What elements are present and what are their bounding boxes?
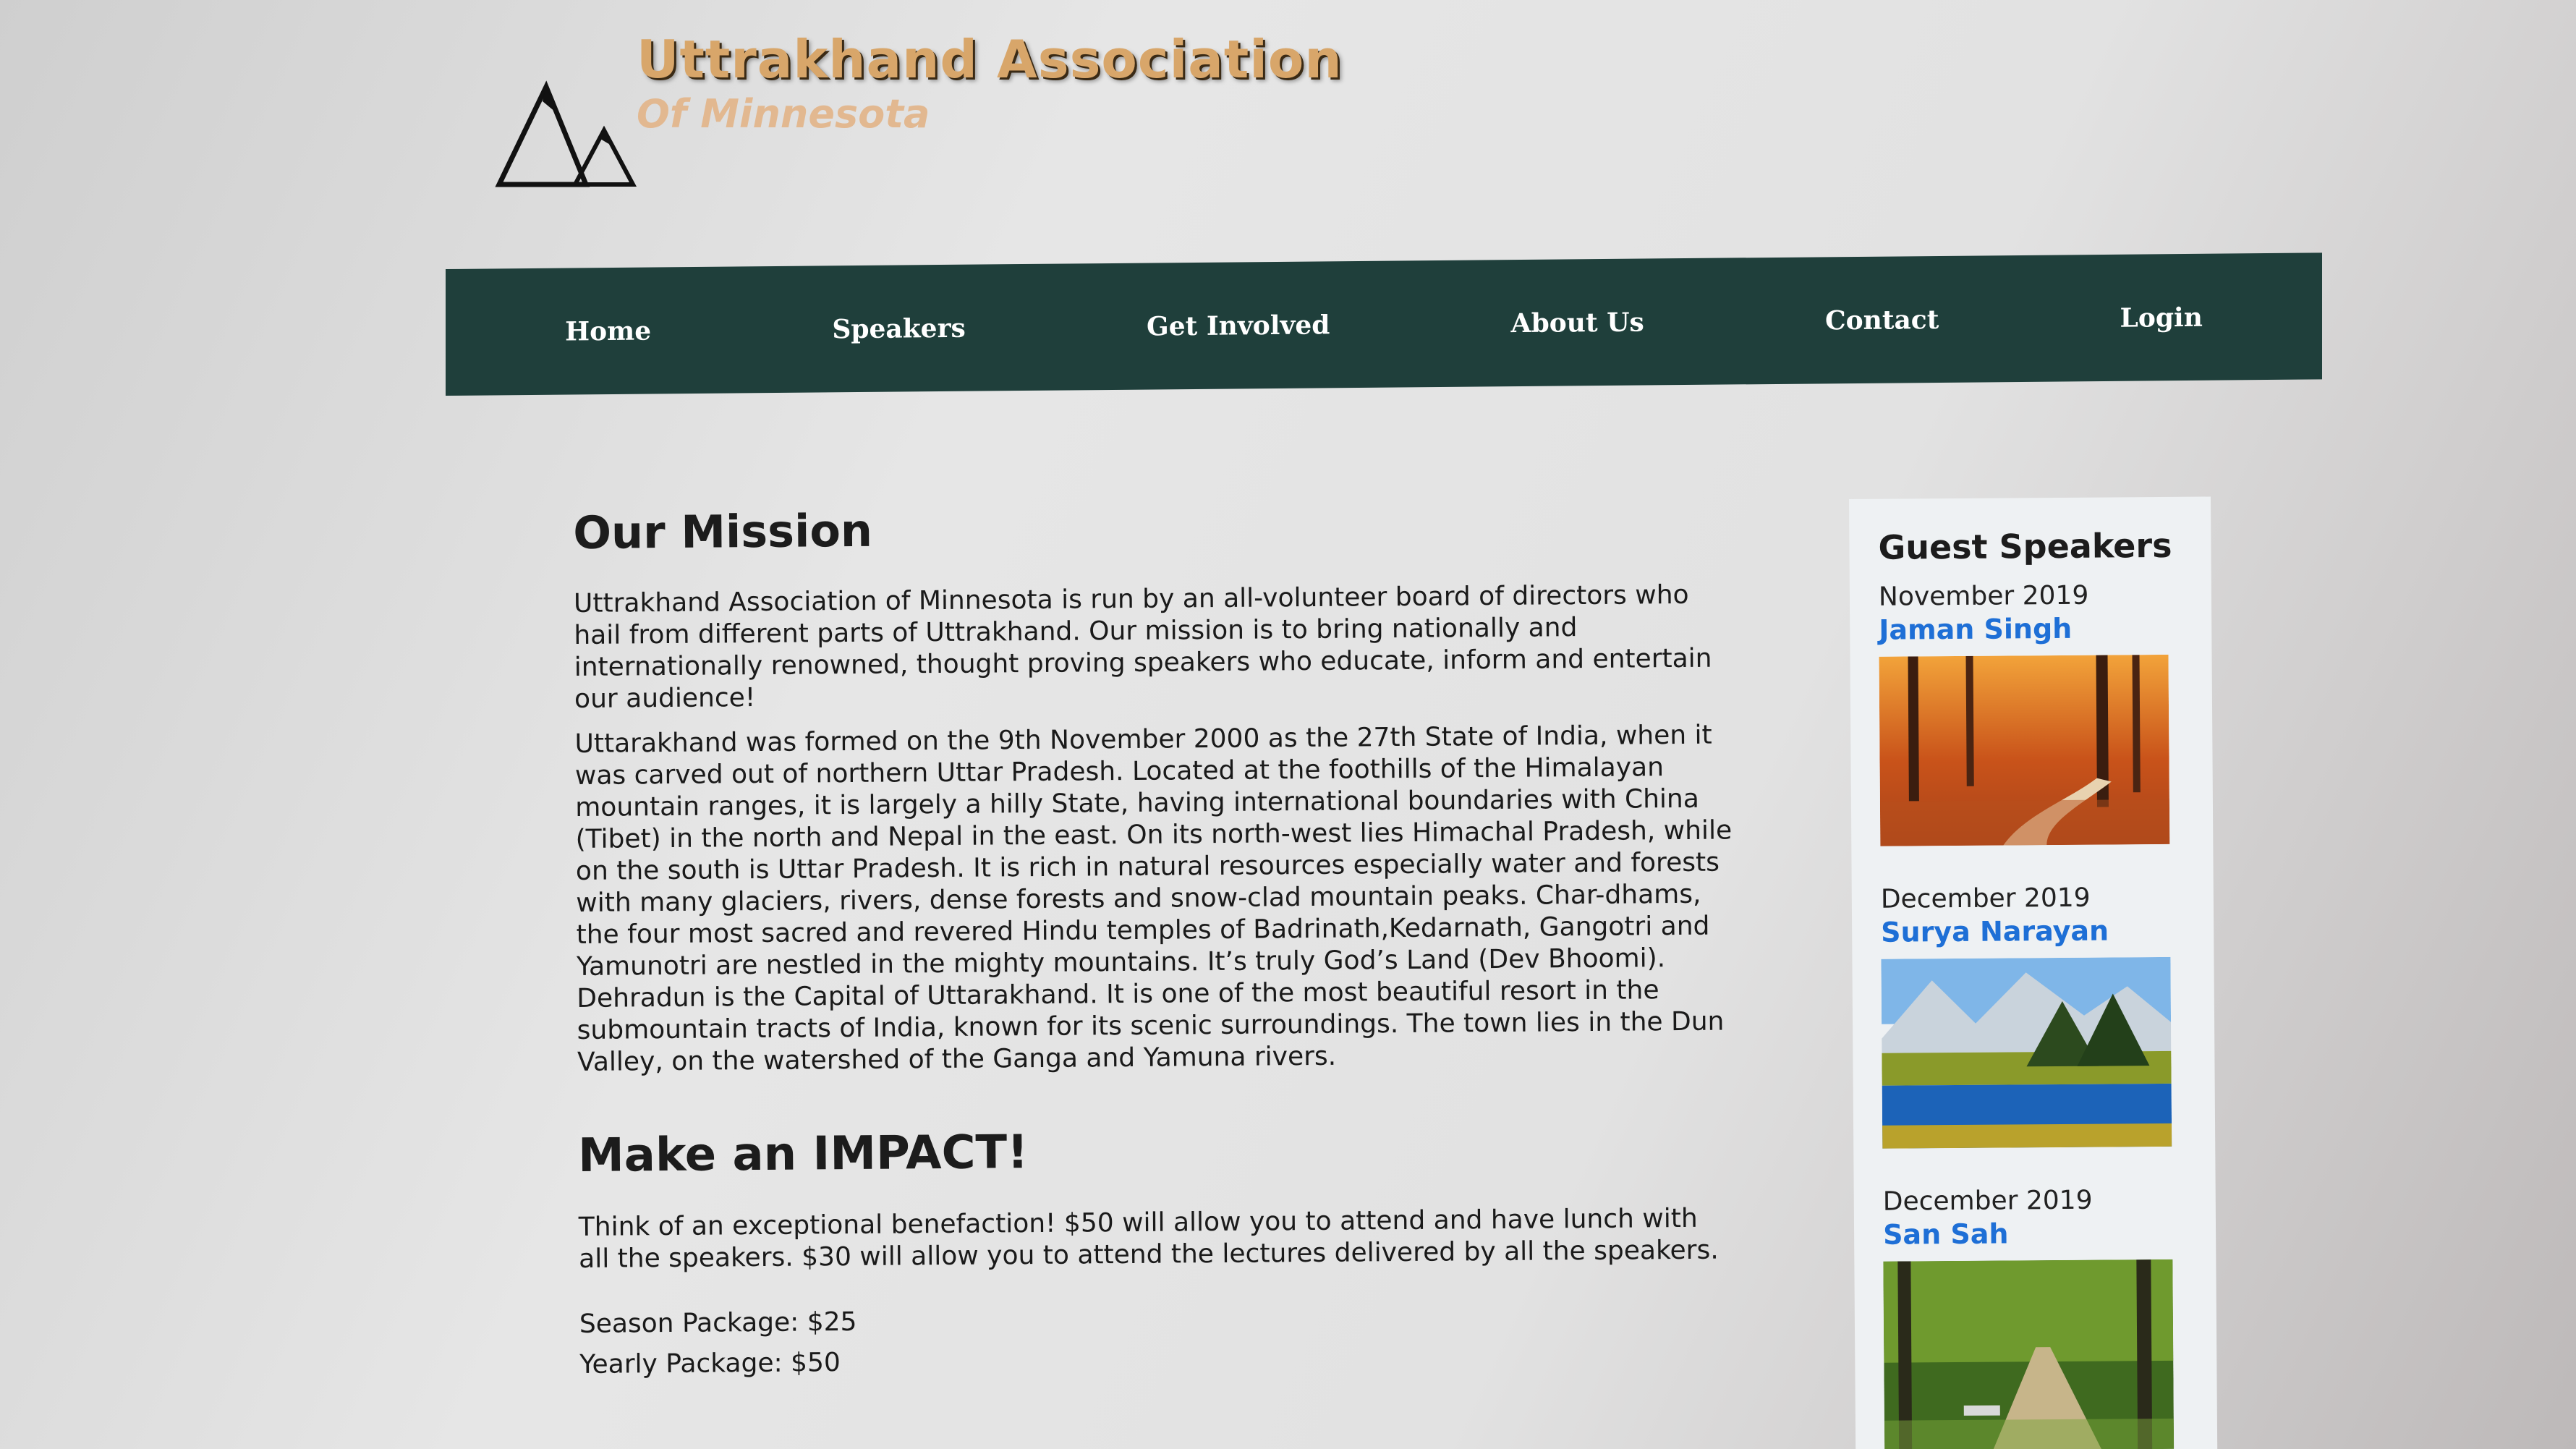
main-content: Our Mission Uttrakhand Association of Mi… [573,497,1737,1385]
mission-heading: Our Mission [573,503,873,559]
site-subtitle: Of Minnesota [637,91,930,137]
nav-item-speakers[interactable]: Speakers [817,304,979,353]
impact-heading: Make an IMPACT! [577,1126,1029,1183]
speaker-item: November 2019 Jaman Singh [1879,579,2185,846]
park-path-image[interactable] [1883,1259,2175,1449]
autumn-forest-image[interactable] [1879,654,2170,846]
main-nav: Home Speakers Get Involved About Us Cont… [446,252,2322,396]
speaker-name-link[interactable]: Surya Narayan [1881,914,2185,949]
nav-item-home[interactable]: Home [551,307,666,355]
mission-paragraph-1: Uttrakhand Association of Minnesota is r… [573,579,1712,714]
page: Uttrakhand Association Of Minnesota Home… [0,0,2576,1449]
speaker-item: December 2019 San Sah [1883,1184,2189,1449]
nav-item-about-us[interactable]: About Us [1497,298,1659,347]
speaker-date: December 2019 [1882,1185,2093,1217]
nav-item-get-involved[interactable]: Get Involved [1132,301,1344,351]
speaker-date: December 2019 [1880,883,2091,914]
nav-item-login[interactable]: Login [2106,293,2217,341]
guest-speakers-sidebar: Guest Speakers November 2019 Jaman Singh [1849,496,2218,1449]
impact-paragraph: Think of an exceptional benefaction! $50… [578,1203,1719,1274]
mountain-lake-image[interactable] [1881,956,2172,1149]
speaker-name-link[interactable]: Jaman Singh [1879,611,2182,647]
package-list: Season Package: $25 Yearly Package: $50 [579,1295,1738,1385]
speaker-date: November 2019 [1878,580,2089,612]
yearly-package: Yearly Package: $50 [579,1348,841,1380]
mountains-icon [495,80,637,187]
speaker-name-link[interactable]: San Sah [1883,1216,2187,1252]
site-logo[interactable]: Uttrakhand Association Of Minnesota [492,29,1360,187]
speaker-item: December 2019 Surya Narayan [1881,882,2187,1149]
nav-item-contact[interactable]: Contact [1811,295,1953,344]
mission-paragraph-2: Uttarakhand was formed on the 9th Novemb… [574,720,1733,1077]
site-title: Uttrakhand Association [637,29,1343,90]
sidebar-heading: Guest Speakers [1878,525,2172,567]
